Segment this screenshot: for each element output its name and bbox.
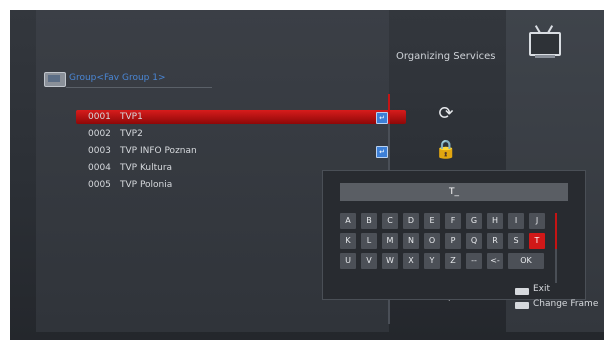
key-k[interactable]: K <box>340 233 356 249</box>
screen: Group<Fav Group 1> 0001 TVP1 ↵ 0002 TVP2… <box>10 10 604 340</box>
scrollbar-thumb[interactable] <box>388 94 390 124</box>
channel-name: TVP Polonia <box>120 180 173 190</box>
key-t[interactable]: T <box>529 233 545 249</box>
key-i[interactable]: I <box>508 213 524 229</box>
key-backspace[interactable]: <- <box>487 253 503 269</box>
keyboard-input[interactable]: T_ <box>340 183 568 201</box>
key-s[interactable]: S <box>508 233 524 249</box>
channel-row-3[interactable]: 0003 TVP INFO Poznan ↵ <box>76 144 406 158</box>
channel-name: TVP1 <box>120 112 143 122</box>
lock-icon[interactable]: 🔒 <box>434 140 458 160</box>
key-x[interactable]: X <box>403 253 419 269</box>
exit-hint: Exit <box>533 284 551 294</box>
key-v[interactable]: V <box>361 253 377 269</box>
key-g[interactable]: G <box>466 213 482 229</box>
key-p[interactable]: P <box>445 233 461 249</box>
change-frame-hint: Change Frame <box>533 299 599 309</box>
keyboard-scrollbar-thumb[interactable] <box>555 213 557 249</box>
key-l[interactable]: L <box>361 233 377 249</box>
key-n[interactable]: N <box>403 233 419 249</box>
move-mark-icon: ↵ <box>376 112 388 124</box>
on-screen-keyboard: T_ A B C D E F G H I J K L M N O P Q R S… <box>322 170 586 300</box>
exit-key-icon <box>515 288 529 295</box>
key-c[interactable]: C <box>382 213 398 229</box>
key-d[interactable]: D <box>403 213 419 229</box>
key-y[interactable]: Y <box>424 253 440 269</box>
key-m[interactable]: M <box>382 233 398 249</box>
channel-name: TVP INFO Poznan <box>120 146 197 156</box>
key-j[interactable]: J <box>529 213 545 229</box>
channel-name: TVP Kultura <box>120 163 173 173</box>
channel-number: 0005 <box>88 180 111 190</box>
channel-row-1[interactable]: 0001 TVP1 ↵ <box>76 110 406 124</box>
key-u[interactable]: U <box>340 253 356 269</box>
key-z[interactable]: Z <box>445 253 461 269</box>
page-title: Organizing Services <box>396 51 496 62</box>
group-folder-icon <box>44 72 66 87</box>
channel-name: TVP2 <box>120 129 143 139</box>
key-b[interactable]: B <box>361 213 377 229</box>
key-w[interactable]: W <box>382 253 398 269</box>
move-mark-icon: ↵ <box>376 146 388 158</box>
key-q[interactable]: Q <box>466 233 482 249</box>
channel-number: 0001 <box>88 112 111 122</box>
channel-number: 0002 <box>88 129 111 139</box>
key-o[interactable]: O <box>424 233 440 249</box>
move-icon[interactable]: ⟳ <box>434 104 458 124</box>
key-f[interactable]: F <box>445 213 461 229</box>
key-space[interactable]: -- <box>466 253 482 269</box>
tv-icon <box>529 32 561 56</box>
key-e[interactable]: E <box>424 213 440 229</box>
group-label: Group<Fav Group 1> <box>69 73 166 83</box>
key-a[interactable]: A <box>340 213 356 229</box>
key-h[interactable]: H <box>487 213 503 229</box>
group-underline <box>66 87 212 88</box>
channel-row-2[interactable]: 0002 TVP2 <box>76 127 406 141</box>
tv-stand <box>535 55 555 58</box>
change-frame-key-icon <box>515 302 529 309</box>
key-ok[interactable]: OK <box>508 253 544 269</box>
channel-number: 0003 <box>88 146 111 156</box>
channel-number: 0004 <box>88 163 111 173</box>
key-r[interactable]: R <box>487 233 503 249</box>
